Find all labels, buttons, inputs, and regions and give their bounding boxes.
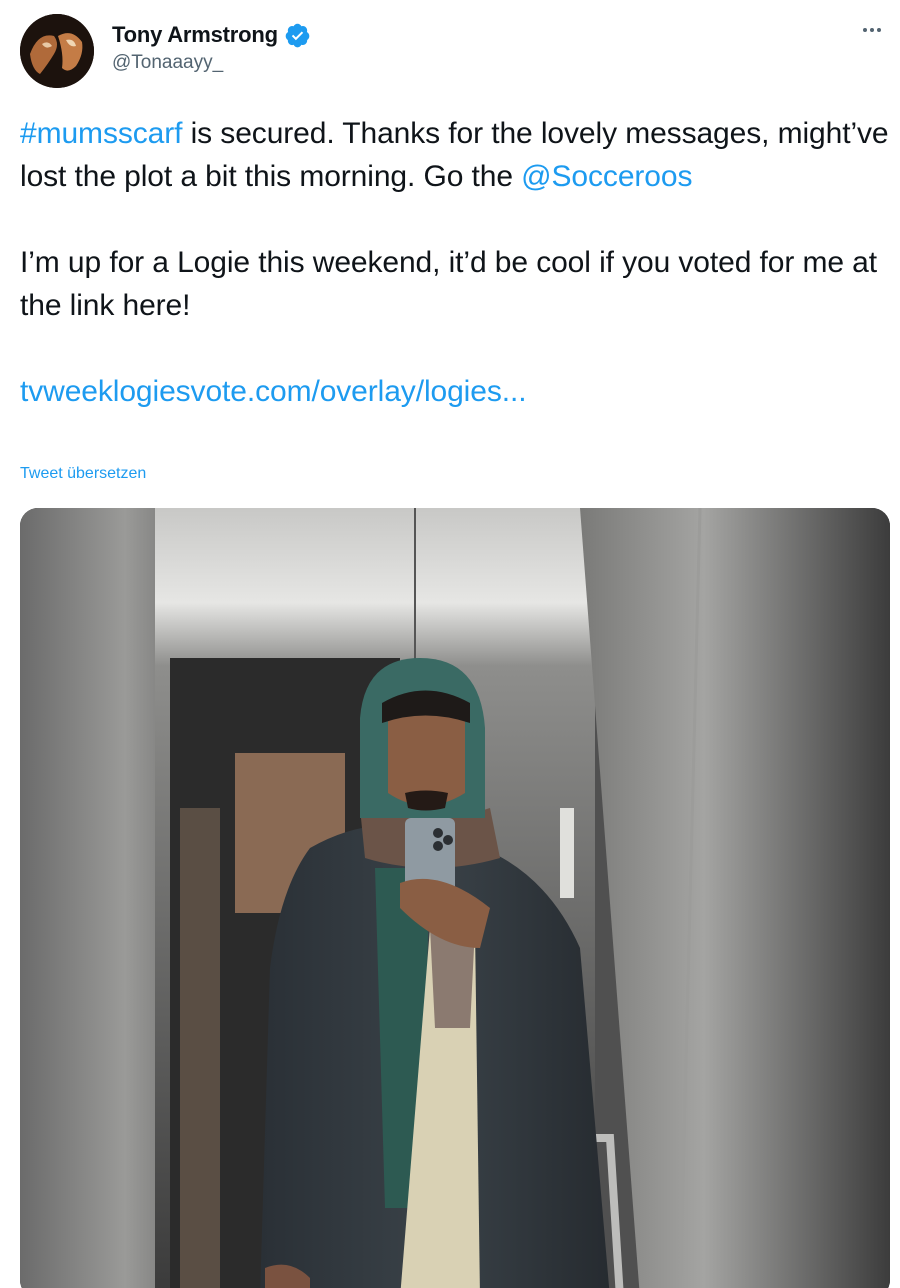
author-display-name[interactable]: Tony Armstrong [112,22,278,48]
external-link[interactable]: tvweeklogiesvote.com/overlay/logies... [20,375,527,408]
translate-tweet-link[interactable]: Tweet übersetzen [20,465,146,483]
author-handle[interactable]: @Tonaaayy_ [112,52,311,74]
tweet: Tony Armstrong @Tonaaayy_ #mumsscarf is … [0,0,900,1288]
tweet-paragraph-1: #mumsscarf is secured. Thanks for the lo… [20,112,890,198]
mention-link[interactable]: @Socceroos [521,160,692,193]
hashtag-link[interactable]: #mumsscarf [20,117,182,150]
author-name-row: Tony Armstrong [112,20,311,50]
tweet-paragraph-2: I’m up for a Logie this weekend, it’d be… [20,246,878,322]
verified-badge-icon [284,22,311,49]
tweet-text: #mumsscarf is secured. Thanks for the lo… [20,112,890,413]
more-horizontal-icon[interactable] [858,18,886,42]
author-block: Tony Armstrong @Tonaaayy_ [112,20,311,74]
avatar[interactable] [20,14,94,88]
tweet-media-photo[interactable] [20,508,890,1288]
